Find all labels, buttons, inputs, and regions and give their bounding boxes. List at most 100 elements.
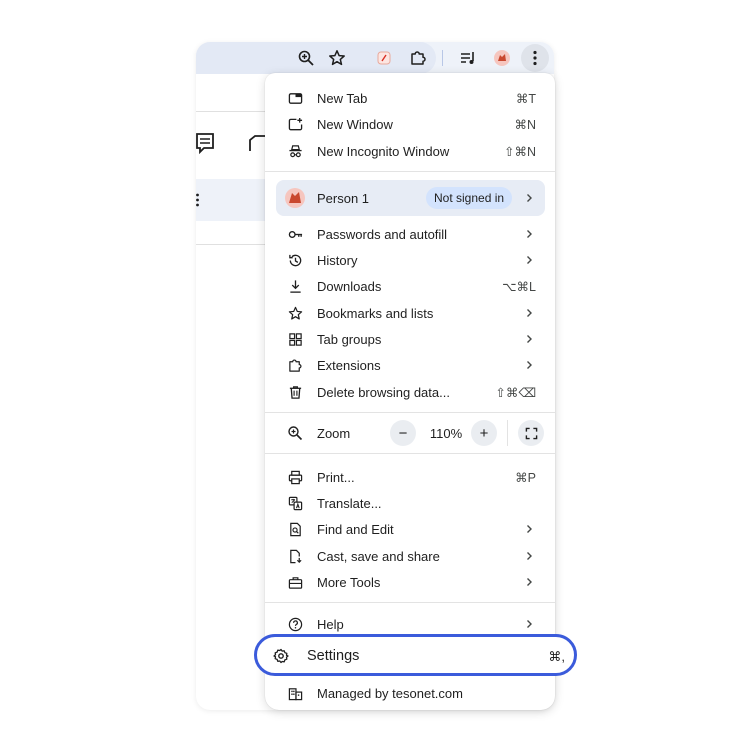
- more-icon[interactable]: [196, 193, 200, 207]
- menu-item-new-tab[interactable]: New Tab ⌘T: [265, 85, 555, 111]
- menu-item-label: Extensions: [317, 357, 381, 373]
- new-window-icon: [287, 116, 303, 132]
- profile-name: Person 1: [317, 191, 370, 206]
- find-page-icon: [287, 521, 303, 537]
- profile-avatar-icon: [285, 188, 305, 208]
- menu-divider: [265, 171, 555, 172]
- chevron-right-icon: [524, 577, 534, 587]
- settings-label: Settings: [307, 648, 360, 664]
- menu-divider: [265, 412, 555, 413]
- menu-item-delete-browsing-data[interactable]: Delete browsing data... ⇧⌘⌫: [265, 379, 555, 405]
- chevron-right-icon: [524, 255, 534, 265]
- shortcut-text: ⌘N: [514, 117, 536, 132]
- menu-item-label: Bookmarks and lists: [317, 305, 434, 321]
- chevron-right-icon: [524, 619, 534, 629]
- fullscreen-icon: [525, 427, 537, 439]
- menu-item-find-and-edit[interactable]: Find and Edit: [265, 516, 555, 542]
- shortcut-text: ⌘T: [515, 91, 536, 106]
- menu-item-label: Find and Edit: [317, 521, 394, 537]
- profile-row[interactable]: Person 1 Not signed in: [276, 180, 545, 216]
- menu-item-label: More Tools: [317, 574, 381, 590]
- puzzle-icon[interactable]: [406, 46, 430, 70]
- menu-item-downloads[interactable]: Downloads ⌥⌘L: [265, 273, 555, 299]
- zoom-separator: [507, 420, 508, 446]
- download-icon: [287, 278, 303, 294]
- chevron-right-icon: [524, 334, 534, 344]
- history-icon: [287, 252, 303, 268]
- media-queue-icon[interactable]: [456, 46, 480, 70]
- bookmark-star-icon[interactable]: [325, 46, 349, 70]
- puzzle-icon: [287, 357, 303, 373]
- menu-item-translate[interactable]: Translate...: [265, 490, 555, 516]
- menu-divider: [265, 602, 555, 603]
- zoom-level: 110%: [429, 426, 463, 441]
- shortcut-text: ⇧⌘N: [503, 144, 536, 159]
- menu-item-label: New Window: [317, 116, 393, 132]
- zoom-label: Zoom: [317, 426, 351, 441]
- help-icon: [287, 616, 303, 632]
- shortcut-text: ⌥⌘L: [502, 279, 536, 294]
- label-icon[interactable]: [248, 134, 266, 152]
- chevron-right-icon: [524, 360, 534, 370]
- chrome-menu: New Tab ⌘T New Window ⌘N New Incognito W…: [265, 73, 555, 710]
- browser-toolbar: [196, 42, 554, 74]
- zoom-row: Zoom − 110% +: [265, 418, 555, 448]
- menu-item-passwords[interactable]: Passwords and autofill: [265, 221, 555, 247]
- menu-item-label: History: [317, 252, 358, 268]
- menu-item-label: Downloads: [317, 278, 382, 294]
- menu-item-more-tools[interactable]: More Tools: [265, 569, 555, 595]
- incognito-icon: [287, 143, 303, 159]
- zoom-out-button[interactable]: −: [390, 420, 416, 446]
- profile-avatar-icon[interactable]: [490, 46, 514, 70]
- shortcut-text: ⇧⌘⌫: [495, 385, 536, 400]
- zoom-icon: [287, 425, 303, 441]
- trash-icon: [287, 384, 303, 400]
- key-icon: [287, 226, 303, 242]
- menu-item-managed[interactable]: Managed by tesonet.com: [265, 680, 555, 706]
- menu-item-new-incognito[interactable]: New Incognito Window ⇧⌘N: [265, 138, 555, 164]
- toolbox-icon: [287, 574, 303, 590]
- new-tab-icon: [287, 90, 303, 106]
- menu-item-label: Delete browsing data...: [317, 384, 450, 400]
- zoom-in-button[interactable]: +: [471, 420, 497, 446]
- menu-item-label: Cast, save and share: [317, 548, 440, 564]
- chevron-right-icon: [524, 524, 534, 534]
- fullscreen-button[interactable]: [518, 420, 544, 446]
- menu-item-label: New Incognito Window: [317, 143, 450, 159]
- comment-icon[interactable]: [196, 132, 216, 154]
- menu-item-label: Managed by tesonet.com: [317, 685, 463, 701]
- menu-divider: [265, 453, 555, 454]
- extension-app-icon[interactable]: [372, 46, 396, 70]
- menu-item-new-window[interactable]: New Window ⌘N: [265, 111, 555, 137]
- menu-item-bookmarks[interactable]: Bookmarks and lists: [265, 300, 555, 326]
- chevron-right-icon: [524, 551, 534, 561]
- gear-icon: [273, 648, 289, 664]
- menu-item-cast-save-share[interactable]: Cast, save and share: [265, 543, 555, 569]
- menu-item-settings[interactable]: Settings ⌘,: [254, 634, 577, 676]
- menu-item-label: Passwords and autofill: [317, 226, 448, 242]
- menu-item-tab-groups[interactable]: Tab groups: [265, 326, 555, 352]
- zoom-icon[interactable]: [294, 46, 318, 70]
- building-icon: [287, 685, 303, 701]
- content-divider: [196, 111, 266, 112]
- star-icon: [287, 305, 303, 321]
- menu-item-label: Print...: [317, 469, 355, 485]
- toolbar-separator: [442, 50, 443, 66]
- menu-item-label: Tab groups: [317, 331, 382, 347]
- content-divider: [196, 244, 266, 245]
- kebab-menu-icon[interactable]: [521, 44, 549, 72]
- shortcut-text: ⌘,: [548, 649, 565, 664]
- content-row: [196, 179, 266, 221]
- save-page-icon: [287, 548, 303, 564]
- print-icon: [287, 469, 303, 485]
- chevron-right-icon: [527, 194, 532, 202]
- menu-item-extensions[interactable]: Extensions: [265, 352, 555, 378]
- menu-item-label: Help: [317, 616, 344, 632]
- translate-icon: [287, 495, 303, 511]
- tab-groups-icon: [287, 331, 303, 347]
- menu-item-label: Translate...: [317, 495, 382, 511]
- menu-item-print[interactable]: Print... ⌘P: [265, 464, 555, 490]
- sign-in-status-badge[interactable]: Not signed in: [426, 187, 513, 209]
- chevron-right-icon: [524, 229, 534, 239]
- menu-item-history[interactable]: History: [265, 247, 555, 273]
